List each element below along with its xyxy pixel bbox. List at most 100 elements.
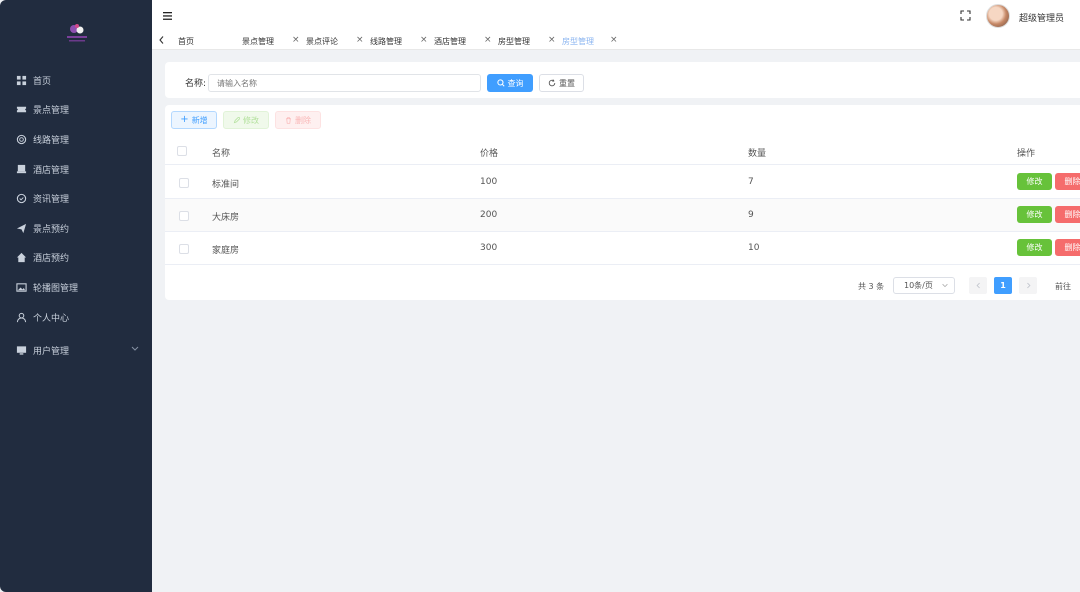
plus-icon: + — [180, 114, 189, 125]
sidebar-item-label: 景点预约 — [33, 224, 70, 235]
tab-scenic-comments[interactable]: 景点评论 × — [306, 34, 364, 48]
table-header: 名称 价格 数量 操作 — [165, 137, 1080, 165]
sidebar-item-carousel[interactable]: 轮播图管理 — [0, 276, 152, 298]
sidebar-item-label: 首页 — [33, 76, 52, 87]
row-edit-button[interactable]: 修改 — [1017, 239, 1052, 256]
sidebar-item-profile[interactable]: 个人中心 — [0, 306, 152, 328]
tab-label: 景点评论 — [306, 36, 338, 46]
column-price: 价格 — [480, 149, 499, 159]
column-actions: 操作 — [1017, 149, 1036, 159]
hotel-icon — [16, 164, 27, 175]
route-icon — [16, 134, 27, 145]
tab-label: 景点管理 — [242, 36, 274, 46]
sidebar-item-hotel-booking[interactable]: 酒店预约 — [0, 246, 152, 268]
name-search-input[interactable] — [208, 74, 481, 92]
tab-room-type-management[interactable]: 房型管理 × — [498, 34, 556, 48]
row-checkbox[interactable] — [179, 211, 189, 221]
fullscreen-icon[interactable] — [960, 10, 971, 21]
row-delete-button[interactable]: 删除 — [1055, 239, 1080, 256]
tab-hotel-management[interactable]: 酒店管理 × — [434, 34, 492, 48]
sidebar-item-scenic[interactable]: 景点管理 — [0, 98, 152, 120]
goto-label: 前往 — [1055, 282, 1071, 291]
page-size-select[interactable]: 10条/页 — [893, 277, 955, 294]
sidebar-item-route[interactable]: 线路管理 — [0, 128, 152, 150]
table-panel: + 新增 修改 删除 名称 价格 数量 操作 标准间 100 7 修改 删除 大… — [165, 105, 1080, 300]
dashboard-icon — [16, 75, 27, 86]
tab-label: 首页 — [178, 36, 194, 46]
close-icon[interactable]: × — [420, 35, 428, 45]
column-quantity: 数量 — [748, 149, 767, 159]
refresh-icon — [548, 79, 556, 87]
add-button[interactable]: + 新增 — [171, 111, 217, 129]
news-icon — [16, 193, 27, 204]
sidebar-item-label: 个人中心 — [33, 313, 70, 324]
logo-icon — [67, 24, 87, 42]
close-icon[interactable]: × — [610, 35, 618, 45]
sidebar-item-label: 酒店预约 — [33, 253, 70, 264]
tab-label: 酒店管理 — [434, 36, 466, 46]
select-all-checkbox[interactable] — [177, 146, 187, 156]
cell-name: 标准间 — [212, 180, 240, 190]
ticket-icon — [16, 104, 27, 115]
tab-route-management[interactable]: 线路管理 × — [370, 34, 428, 48]
sidebar-item-home[interactable]: 首页 — [0, 69, 152, 91]
close-icon[interactable]: × — [356, 35, 364, 45]
delete-button[interactable]: 删除 — [275, 111, 321, 129]
reset-button[interactable]: 重置 — [539, 74, 584, 92]
row-checkbox[interactable] — [179, 178, 189, 188]
chevron-left-icon — [976, 282, 980, 289]
table-row: 大床房 200 9 修改 删除 — [165, 199, 1080, 232]
table-row: 标准间 100 7 修改 删除 — [165, 166, 1080, 199]
tab-scenic-management[interactable]: 景点管理 × — [242, 34, 300, 48]
pagination-total: 共 3 条 — [858, 282, 885, 291]
sidebar-item-label: 线路管理 — [33, 135, 70, 146]
page-size-value: 10条/页 — [904, 281, 933, 290]
avatar[interactable] — [986, 4, 1010, 28]
cell-price: 300 — [480, 243, 498, 253]
row-delete-button[interactable]: 删除 — [1055, 206, 1080, 223]
tab-home[interactable]: 首页 — [178, 34, 194, 48]
chevron-left-icon[interactable] — [157, 35, 167, 45]
close-icon[interactable]: × — [548, 35, 556, 45]
send-icon — [16, 223, 27, 234]
edit-button[interactable]: 修改 — [223, 111, 269, 129]
row-delete-button[interactable]: 删除 — [1055, 173, 1080, 190]
search-icon — [496, 79, 505, 87]
chevron-down-icon — [131, 346, 139, 351]
cell-price: 200 — [480, 210, 498, 220]
search-button[interactable]: 查询 — [487, 74, 533, 92]
user-icon — [16, 312, 27, 323]
cell-price: 100 — [480, 177, 498, 187]
row-edit-button[interactable]: 修改 — [1017, 173, 1052, 190]
sidebar-item-label: 用户管理 — [33, 346, 70, 357]
cell-quantity: 10 — [748, 243, 760, 253]
sidebar-item-label: 资讯管理 — [33, 194, 70, 205]
page-number-button[interactable]: 1 — [994, 277, 1012, 294]
table-row: 家庭房 300 10 修改 删除 — [165, 232, 1080, 265]
tab-room-type-management-active[interactable]: 房型管理 × — [562, 34, 618, 48]
hamburger-icon[interactable] — [163, 11, 173, 21]
row-checkbox[interactable] — [179, 244, 189, 254]
tab-label: 房型管理 — [562, 36, 594, 46]
home-icon — [16, 252, 27, 263]
sidebar-item-users[interactable]: 用户管理 — [0, 339, 152, 361]
edit-icon — [233, 116, 240, 123]
image-icon — [16, 282, 27, 293]
add-button-label: 新增 — [191, 115, 208, 125]
sidebar-item-scenic-booking[interactable]: 景点预约 — [0, 217, 152, 239]
sidebar-item-news[interactable]: 资讯管理 — [0, 187, 152, 209]
delete-button-label: 删除 — [295, 115, 311, 125]
trash-icon — [286, 116, 291, 124]
sidebar-item-hotel[interactable]: 酒店管理 — [0, 158, 152, 180]
sidebar-item-label: 景点管理 — [33, 105, 70, 116]
next-page-button[interactable] — [1019, 277, 1037, 294]
prev-page-button[interactable] — [969, 277, 987, 294]
sidebar-item-label: 轮播图管理 — [33, 283, 79, 294]
row-edit-button[interactable]: 修改 — [1017, 206, 1052, 223]
close-icon[interactable]: × — [292, 35, 300, 45]
top-header: 超级管理员 — [152, 0, 1080, 32]
username[interactable]: 超级管理员 — [1019, 11, 1064, 24]
name-label: 名称: — [185, 79, 207, 89]
close-icon[interactable]: × — [484, 35, 492, 45]
column-name: 名称 — [212, 149, 231, 159]
